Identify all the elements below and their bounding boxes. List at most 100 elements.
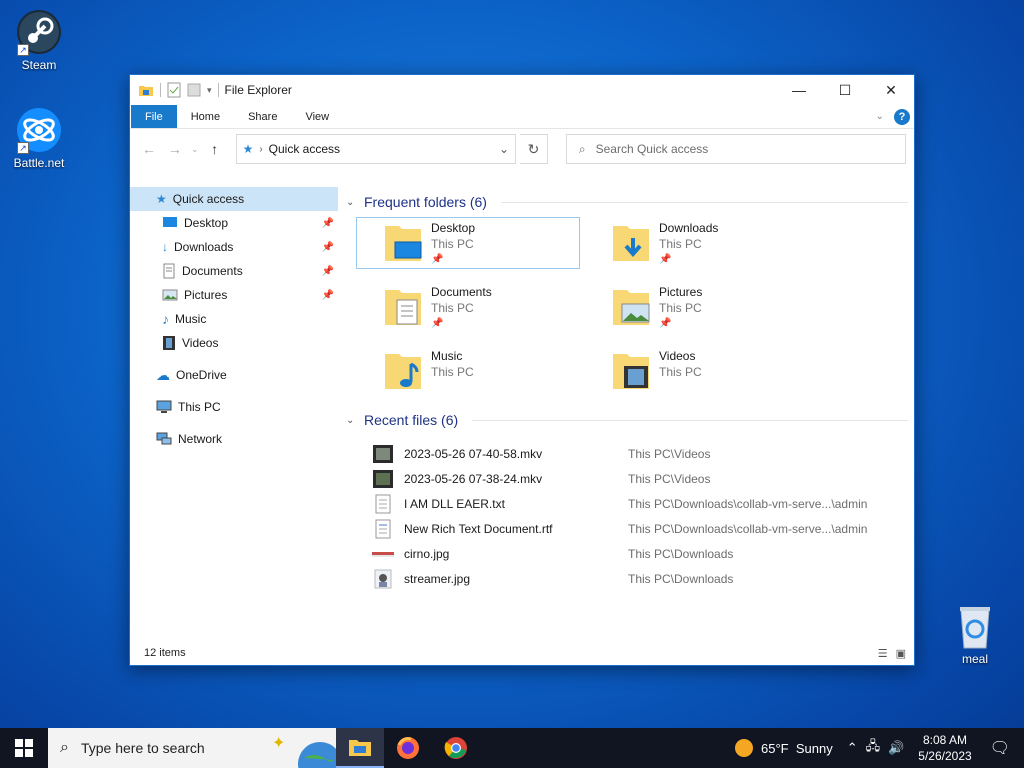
- folder-tile-videos[interactable]: Videos This PC: [584, 345, 808, 397]
- title-bar[interactable]: ▾ File Explorer — ☐ ✕: [130, 75, 914, 105]
- desktop-icon-label: meal: [961, 652, 988, 666]
- breadcrumb[interactable]: Quick access: [269, 142, 340, 156]
- address-bar[interactable]: ★ › Quick access ⌄: [235, 134, 517, 164]
- pin-icon[interactable]: 📌: [322, 242, 334, 253]
- sidebar-item-pictures[interactable]: Pictures 📌: [130, 283, 338, 307]
- downloads-folder-icon: [613, 226, 649, 261]
- list-item[interactable]: streamer.jpg This PC\Downloads: [372, 566, 914, 591]
- notifications-icon[interactable]: 🗨: [990, 738, 1010, 758]
- sidebar-item-label: Downloads: [174, 240, 234, 254]
- sidebar-item-desktop[interactable]: Desktop 📌: [130, 211, 338, 235]
- navigation-bar: ← → ⌄ ↑ ★ › Quick access ⌄ ↻ ⌕ Search Qu…: [130, 129, 914, 169]
- folder-location: This PC: [659, 301, 702, 315]
- close-button[interactable]: ✕: [868, 75, 914, 105]
- forward-button[interactable]: →: [164, 141, 186, 157]
- sidebar-item-label: Videos: [182, 336, 219, 350]
- collapse-chevron-icon[interactable]: ⌄: [346, 197, 358, 208]
- desktop-icon-battlenet[interactable]: ↗ Battle.net: [1, 106, 77, 170]
- sidebar-item-videos[interactable]: Videos: [130, 331, 338, 355]
- desktop-icon-steam[interactable]: ↗ Steam: [1, 8, 77, 72]
- desktop-icon-recycle-bin[interactable]: meal: [937, 602, 1013, 666]
- pin-icon[interactable]: 📌: [322, 266, 334, 277]
- new-folder-icon[interactable]: [187, 82, 201, 98]
- up-button[interactable]: ↑: [204, 141, 226, 157]
- help-icon[interactable]: ?: [894, 108, 910, 125]
- list-item[interactable]: New Rich Text Document.rtf This PC\Downl…: [372, 516, 914, 541]
- monitor-icon: [156, 400, 172, 413]
- recent-locations-icon[interactable]: ⌄: [190, 144, 200, 155]
- chrome-icon: [444, 737, 467, 759]
- clock[interactable]: 8:08 AM 5/26/2023: [918, 732, 971, 764]
- desktop-icon-label: Steam: [21, 58, 57, 72]
- folder-tile-downloads[interactable]: Downloads This PC 📌: [584, 217, 808, 269]
- list-item[interactable]: 2023-05-26 07-38-24.mkv This PC\Videos: [372, 466, 914, 491]
- text-file-icon: [375, 494, 391, 513]
- expand-ribbon-icon[interactable]: ⌄: [876, 111, 884, 122]
- image-file-icon: [374, 569, 392, 588]
- frequent-folders-header[interactable]: ⌄ Frequent folders (6): [346, 189, 914, 215]
- file-path: This PC\Downloads\collab-vm-serve...\adm…: [628, 496, 868, 511]
- start-button[interactable]: [0, 728, 48, 768]
- file-name: 2023-05-26 07-38-24.mkv: [404, 471, 543, 486]
- details-view-icon[interactable]: ☰: [878, 647, 888, 660]
- breadcrumb-chevron-icon[interactable]: ›: [259, 144, 262, 155]
- sidebar-item-this-pc[interactable]: This PC: [130, 395, 338, 419]
- sidebar-item-downloads[interactable]: ↓ Downloads 📌: [130, 235, 338, 259]
- taskbar-app-firefox[interactable]: [384, 728, 432, 768]
- taskbar-app-file-explorer[interactable]: [336, 728, 384, 768]
- folder-tile-pictures[interactable]: Pictures This PC 📌: [584, 281, 808, 333]
- network-icon[interactable]: 🖧: [866, 737, 881, 759]
- sidebar-item-documents[interactable]: Documents 📌: [130, 259, 338, 283]
- section-title: Frequent folders (6): [364, 194, 487, 210]
- folder-name: Videos: [659, 349, 696, 363]
- weather-widget[interactable]: 65°F Sunny: [735, 739, 833, 757]
- pin-icon[interactable]: 📌: [322, 290, 334, 301]
- tab-home[interactable]: Home: [177, 105, 234, 128]
- file-name: streamer.jpg: [404, 571, 471, 586]
- customize-dropdown-icon[interactable]: ▾: [207, 85, 212, 96]
- sidebar-item-label: This PC: [178, 400, 221, 414]
- desktop-icon-label: Battle.net: [13, 156, 65, 170]
- minimize-button[interactable]: —: [776, 75, 822, 105]
- search-input[interactable]: ⌕ Search Quick access: [565, 134, 906, 164]
- list-item[interactable]: I AM DLL EAER.txt This PC\Downloads\coll…: [372, 491, 914, 516]
- sidebar-item-label: Pictures: [184, 288, 228, 302]
- back-button[interactable]: ←: [138, 141, 160, 157]
- properties-icon[interactable]: [167, 82, 181, 98]
- sidebar-item-quick-access[interactable]: ★ Quick access: [130, 187, 338, 211]
- tab-file[interactable]: File: [131, 105, 177, 128]
- refresh-button[interactable]: ↻: [520, 134, 548, 164]
- folder-name: Music: [431, 349, 463, 363]
- date-text: 5/26/2023: [918, 749, 972, 763]
- sidebar-item-music[interactable]: ♪ Music: [130, 307, 338, 331]
- taskbar-search-input[interactable]: ⌕ Type here to search ✦: [48, 728, 336, 768]
- music-note-icon: ♪: [162, 311, 169, 327]
- recent-files-header[interactable]: ⌄ Recent files (6): [346, 407, 914, 433]
- show-hidden-icons-icon[interactable]: ⌃: [847, 740, 858, 756]
- tab-view[interactable]: View: [291, 105, 343, 128]
- taskbar-app-chrome[interactable]: [432, 728, 480, 768]
- large-icons-view-icon[interactable]: ▣: [896, 647, 906, 660]
- folder-name: Downloads: [659, 221, 719, 235]
- list-item[interactable]: cirno.jpg This PC\Downloads: [372, 541, 914, 566]
- folder-tile-music[interactable]: Music This PC: [356, 345, 580, 397]
- folder-tile-desktop[interactable]: Desktop This PC 📌: [356, 217, 580, 269]
- file-explorer-icon: [349, 740, 371, 756]
- maximize-button[interactable]: ☐: [822, 75, 868, 105]
- sidebar-item-network[interactable]: Network: [130, 427, 338, 451]
- sidebar-item-onedrive[interactable]: ☁ OneDrive: [130, 363, 338, 387]
- collapse-chevron-icon[interactable]: ⌄: [346, 415, 358, 426]
- volume-icon[interactable]: 🔊: [888, 740, 904, 756]
- section-title: Recent files (6): [364, 412, 459, 428]
- pin-icon[interactable]: 📌: [322, 218, 334, 229]
- taskbar: ⌕ Type here to search ✦ 65°F Sunny ⌃ 🖧 🔊…: [0, 728, 1024, 768]
- list-item[interactable]: 2023-05-26 07-40-58.mkv This PC\Videos: [372, 441, 914, 466]
- folder-name: Documents: [431, 285, 492, 299]
- folder-location: This PC: [431, 237, 474, 251]
- network-icon: [156, 432, 172, 445]
- steam-icon: ↗: [15, 8, 63, 56]
- tab-share[interactable]: Share: [234, 105, 291, 128]
- star-icon: ★: [242, 142, 254, 156]
- folder-tile-documents[interactable]: Documents This PC 📌: [356, 281, 580, 333]
- address-dropdown-icon[interactable]: ⌄: [493, 142, 515, 156]
